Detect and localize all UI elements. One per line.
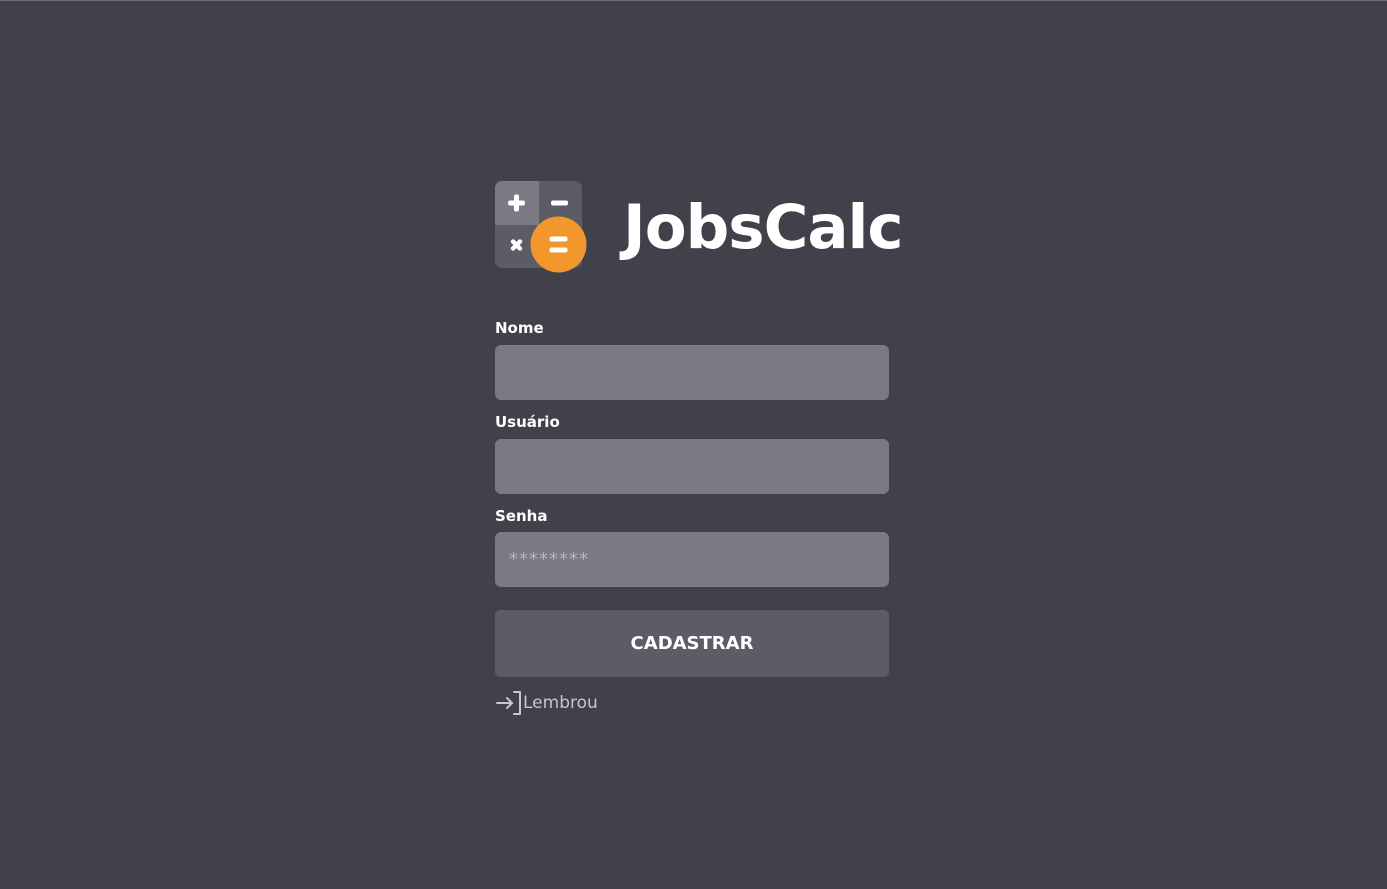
password-label: Senha xyxy=(495,507,548,525)
name-label: Nome xyxy=(495,319,544,337)
signup-button[interactable]: CADASTRAR xyxy=(495,610,889,677)
sign-in-icon xyxy=(496,691,521,715)
back-to-login-link[interactable]: Lembrou xyxy=(495,690,598,716)
signup-container: JobsCalc Nome Usuário Senha CADASTRAR Le… xyxy=(495,181,904,715)
user-input[interactable] xyxy=(495,439,889,494)
logo-header: JobsCalc xyxy=(495,181,904,273)
name-input[interactable] xyxy=(495,345,889,400)
user-label: Usuário xyxy=(495,413,560,431)
calculator-icon xyxy=(495,181,587,273)
app-title: JobsCalc xyxy=(623,192,904,263)
back-link-label: Lembrou xyxy=(523,693,598,713)
password-input[interactable] xyxy=(495,532,889,587)
window-top-border xyxy=(0,0,1387,1)
